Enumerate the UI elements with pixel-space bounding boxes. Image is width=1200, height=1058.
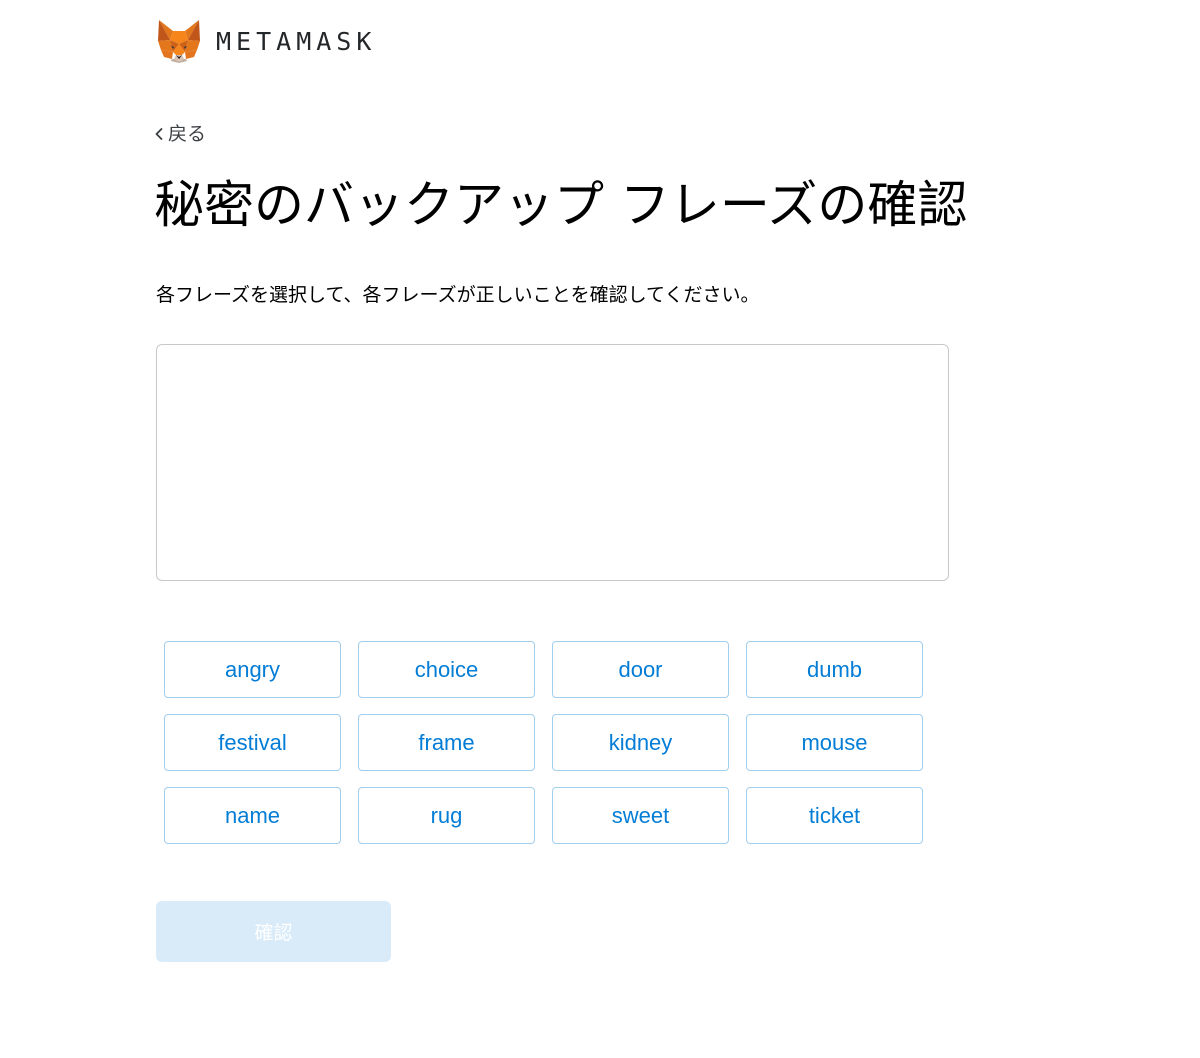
- selected-phrase-box[interactable]: [156, 344, 949, 581]
- word-button[interactable]: frame: [358, 714, 535, 771]
- word-button[interactable]: sweet: [552, 787, 729, 844]
- word-button[interactable]: kidney: [552, 714, 729, 771]
- word-button[interactable]: rug: [358, 787, 535, 844]
- back-link[interactable]: 戻る: [154, 120, 206, 148]
- word-grid: angry choice door dumb festival frame ki…: [164, 641, 923, 844]
- header: METAMASK: [156, 19, 376, 63]
- confirm-button[interactable]: 確認: [156, 901, 391, 962]
- metamask-fox-icon: [158, 20, 200, 63]
- page-title: 秘密のバックアップ フレーズの確認: [154, 176, 968, 234]
- brand-wordmark: METAMASK: [216, 26, 377, 56]
- back-label: 戻る: [168, 123, 207, 145]
- word-button[interactable]: mouse: [746, 714, 923, 771]
- word-button[interactable]: name: [164, 787, 341, 844]
- chevron-left-icon: [155, 128, 163, 140]
- word-button[interactable]: angry: [164, 641, 341, 698]
- word-button[interactable]: choice: [358, 641, 535, 698]
- word-button[interactable]: door: [552, 641, 729, 698]
- word-button[interactable]: festival: [164, 714, 341, 771]
- instruction-text: 各フレーズを選択して、各フレーズが正しいことを確認してください。: [156, 284, 760, 306]
- word-button[interactable]: ticket: [746, 787, 923, 844]
- word-button[interactable]: dumb: [746, 641, 923, 698]
